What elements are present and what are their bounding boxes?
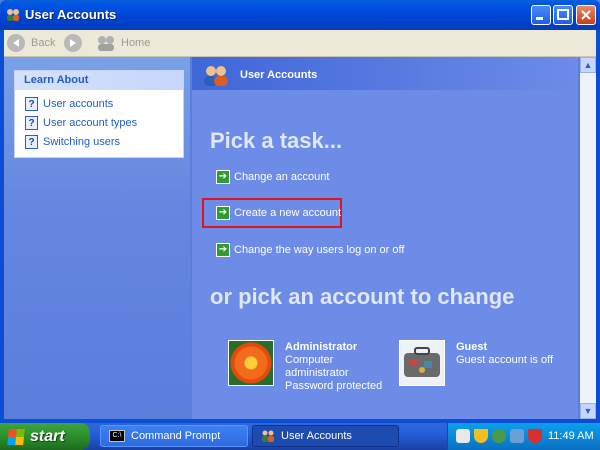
content-title: User Accounts — [240, 69, 318, 81]
vertical-scrollbar[interactable]: ▲ ▼ — [580, 57, 596, 419]
main-pane: User Accounts Pick a task... ➔ Change an… — [192, 57, 578, 419]
help-icon: ? — [25, 135, 38, 149]
user-accounts-icon — [262, 430, 274, 442]
left-pane: Learn About ? User accounts ? User accou… — [4, 57, 190, 419]
forward-arrow-icon — [64, 34, 82, 52]
taskbar-button-command-prompt[interactable]: C:\ Command Prompt — [100, 425, 248, 447]
learn-about-panel: Learn About ? User accounts ? User accou… — [14, 70, 184, 158]
taskbar-button-user-accounts[interactable]: User Accounts — [252, 425, 399, 447]
pick-account-heading: or pick an account to change — [210, 284, 515, 309]
command-prompt-icon: C:\ — [109, 430, 125, 442]
green-arrow-icon: ➔ — [216, 206, 230, 220]
start-button[interactable]: start — [0, 423, 90, 450]
minimize-icon — [536, 17, 543, 20]
green-arrow-icon: ➔ — [216, 243, 230, 257]
user-accounts-icon — [204, 66, 228, 86]
account-detail: Computer — [285, 354, 334, 366]
clock: 11:49 AM — [548, 430, 594, 442]
content-header: User Accounts — [192, 57, 578, 90]
back-arrow-icon — [7, 34, 25, 52]
help-icon: ? — [25, 116, 38, 130]
back-button[interactable]: Back — [7, 33, 55, 53]
scroll-down-button[interactable]: ▼ — [580, 403, 596, 419]
administrator-avatar[interactable] — [228, 340, 274, 386]
network-icon[interactable] — [456, 429, 470, 443]
task-label: Create a new account — [234, 207, 342, 219]
home-label: Home — [121, 37, 151, 49]
window-frame-left — [0, 30, 4, 422]
start-label: start — [30, 427, 65, 445]
maximize-icon — [557, 9, 569, 20]
task-create-account[interactable]: ➔ Create a new account — [216, 205, 341, 221]
guest-avatar[interactable] — [399, 340, 445, 386]
windows-logo-icon — [7, 428, 25, 445]
learn-link-account-types[interactable]: ? User account types — [25, 115, 137, 131]
task-label: Change an account — [234, 171, 330, 183]
update-icon[interactable] — [492, 429, 506, 443]
title-bar: User Accounts — [0, 0, 600, 30]
learn-about-heading: Learn About — [15, 71, 183, 90]
account-detail: Guest account is off — [456, 354, 554, 366]
help-icon: ? — [25, 97, 38, 111]
learn-link-label: User account types — [43, 117, 138, 129]
system-tray: 11:49 AM — [447, 423, 600, 450]
connection-icon[interactable] — [510, 429, 524, 443]
learn-link-label: Switching users — [43, 136, 121, 148]
window-frame-right — [596, 30, 600, 422]
home-icon — [98, 36, 114, 51]
minimize-button[interactable] — [531, 5, 551, 25]
suitcase-icon — [404, 347, 440, 377]
task-label: Change the way users log on or off — [234, 244, 405, 256]
close-icon — [581, 10, 591, 20]
green-arrow-icon: ➔ — [216, 170, 230, 184]
home-button[interactable]: Home — [96, 33, 150, 53]
scroll-up-button[interactable]: ▲ — [580, 57, 596, 73]
toolbar: Back Home — [0, 30, 600, 57]
taskbar-button-label: User Accounts — [281, 430, 352, 442]
learn-link-label: User accounts — [43, 98, 114, 110]
window-title: User Accounts — [25, 7, 117, 22]
task-change-account[interactable]: ➔ Change an account — [216, 169, 329, 185]
alert-shield-icon[interactable] — [528, 429, 542, 443]
account-name-guest[interactable]: Guest — [456, 341, 487, 353]
pick-task-heading: Pick a task... — [210, 128, 343, 153]
back-label: Back — [31, 37, 56, 49]
security-shield-icon[interactable] — [474, 429, 488, 443]
taskbar: start C:\ Command Prompt User Accounts 1… — [0, 423, 600, 450]
account-detail: administrator — [285, 367, 349, 379]
learn-link-user-accounts[interactable]: ? User accounts — [25, 96, 113, 112]
forward-button[interactable] — [64, 33, 82, 53]
taskbar-button-label: Command Prompt — [131, 430, 221, 442]
maximize-button[interactable] — [553, 5, 573, 25]
close-button[interactable] — [576, 5, 596, 25]
user-accounts-icon — [7, 9, 19, 21]
learn-link-switching-users[interactable]: ? Switching users — [25, 134, 120, 150]
account-name-administrator[interactable]: Administrator — [285, 341, 357, 353]
account-detail: Password protected — [285, 380, 383, 392]
task-change-logon[interactable]: ➔ Change the way users log on or off — [216, 242, 404, 258]
